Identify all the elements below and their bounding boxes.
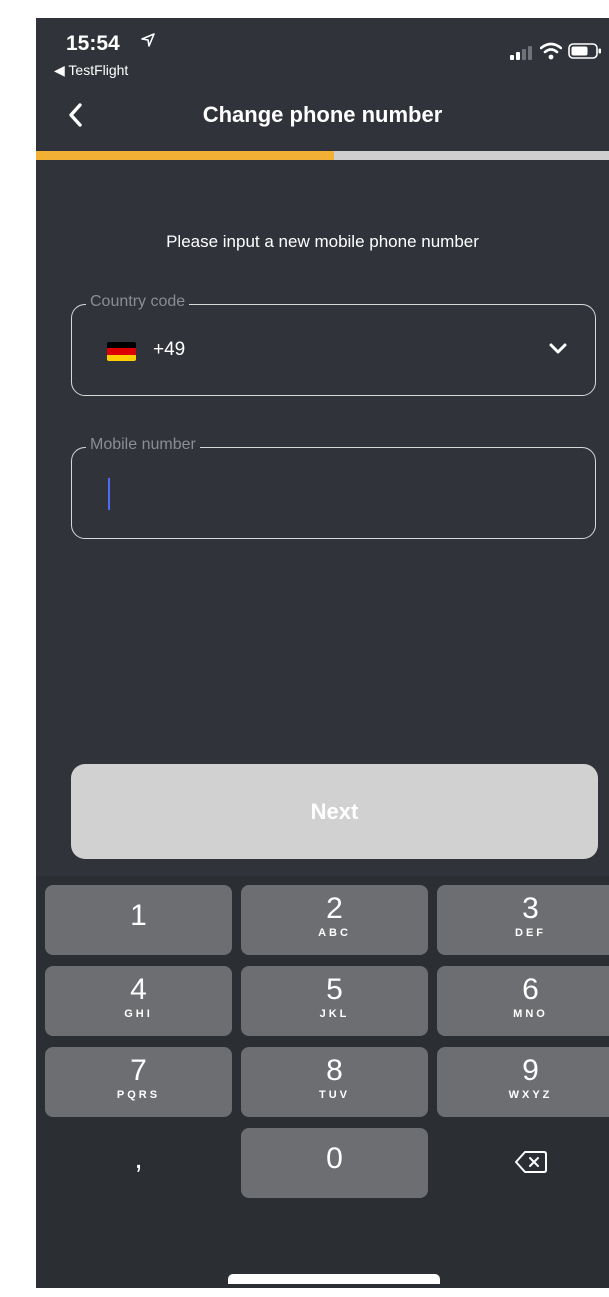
progress-bar	[36, 151, 609, 160]
key-letters: PQRS	[116, 1089, 161, 1101]
key-3[interactable]: 3 DEF	[437, 885, 609, 955]
key-letters: TUV	[319, 1089, 350, 1101]
location-arrow-icon	[141, 33, 155, 47]
status-time: 15:54	[66, 32, 120, 55]
key-2[interactable]: 2 ABC	[241, 885, 428, 955]
key-digit: 2	[326, 892, 343, 925]
status-bar: 15:54 ◀ TestFlight	[36, 18, 609, 82]
key-backspace[interactable]	[437, 1128, 609, 1198]
mobile-number-label: Mobile number	[86, 436, 200, 454]
key-0[interactable]: 0	[241, 1128, 428, 1198]
key-letters: GHI	[124, 1008, 153, 1020]
key-digit: ,	[134, 1142, 143, 1175]
wifi-icon	[540, 42, 562, 60]
backspace-icon	[515, 1151, 547, 1173]
battery-icon	[568, 43, 601, 59]
key-letters: JKL	[319, 1008, 350, 1020]
key-digit: 1	[130, 899, 147, 932]
instruction-text: Please input a new mobile phone number	[166, 232, 479, 251]
home-indicator	[228, 1274, 440, 1284]
mobile-number-field[interactable]: Mobile number	[71, 436, 596, 539]
key-comma[interactable]: ,	[45, 1128, 232, 1198]
page-title: Change phone number	[202, 102, 443, 127]
country-code-value: +49	[153, 339, 186, 360]
key-digit: 7	[130, 1054, 147, 1087]
key-1[interactable]: 1	[45, 885, 232, 955]
key-digit: 5	[326, 973, 343, 1006]
chevron-down-icon	[549, 343, 567, 354]
key-digit: 4	[130, 973, 147, 1006]
country-code-select[interactable]: Country code +49	[71, 293, 596, 396]
numeric-keypad: 1 2 ABC 3 DEF 4 GHI 5 JKL 6 MNO 7 PQRS 8…	[36, 876, 609, 1288]
text-cursor	[108, 478, 110, 510]
key-digit: 3	[522, 892, 539, 925]
key-5[interactable]: 5 JKL	[241, 966, 428, 1036]
key-digit: 8	[326, 1054, 343, 1087]
back-to-testflight-link[interactable]: ◀ TestFlight	[54, 62, 128, 79]
key-7[interactable]: 7 PQRS	[45, 1047, 232, 1117]
key-9[interactable]: 9 WXYZ	[437, 1047, 609, 1117]
key-6[interactable]: 6 MNO	[437, 966, 609, 1036]
key-letters: ABC	[318, 927, 351, 939]
key-8[interactable]: 8 TUV	[241, 1047, 428, 1117]
key-letters: WXYZ	[508, 1089, 553, 1101]
key-letters: DEF	[515, 927, 546, 939]
progress-bar-fill	[36, 151, 334, 160]
key-4[interactable]: 4 GHI	[45, 966, 232, 1036]
country-code-label: Country code	[86, 293, 190, 311]
nav-bar: Change phone number	[36, 86, 609, 148]
key-digit: 9	[522, 1054, 539, 1087]
next-button[interactable]: Next	[71, 764, 598, 859]
cellular-signal-icon	[510, 46, 532, 60]
key-digit: 6	[522, 973, 539, 1006]
phone-screen: 15:54 ◀ TestFlight Change phone number P…	[36, 18, 609, 1288]
germany-flag-icon	[107, 342, 136, 361]
key-letters: MNO	[513, 1008, 548, 1020]
key-digit: 0	[326, 1142, 343, 1175]
